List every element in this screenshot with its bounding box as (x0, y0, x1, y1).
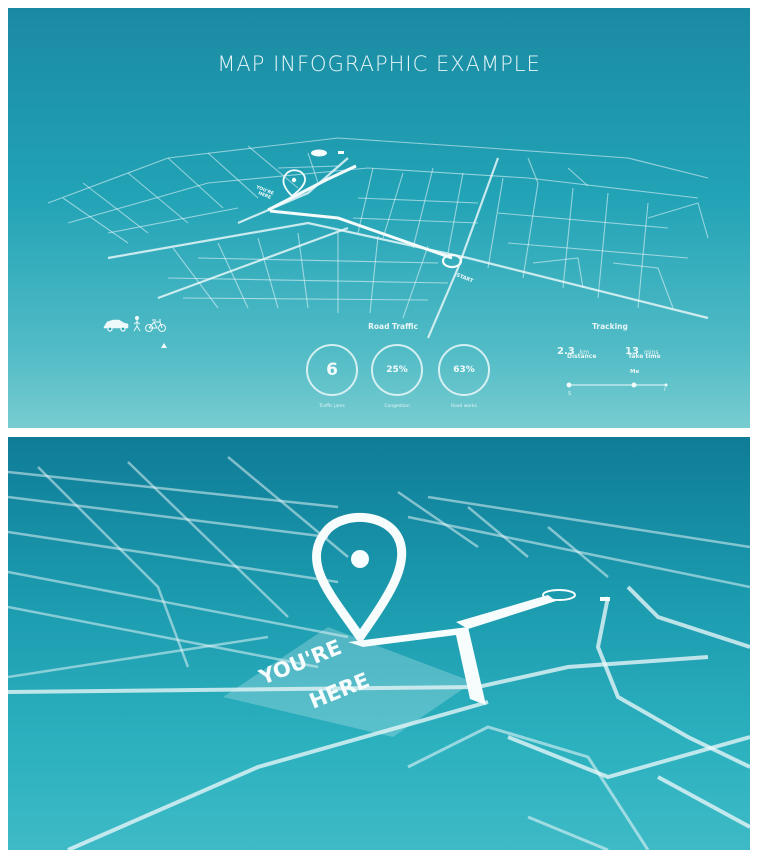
street-map-closeup: YOU'RE HERE (8, 456, 750, 850)
time-label: Take time (628, 353, 661, 360)
congestion-label: Congestion (384, 404, 410, 409)
congestion-value: 25% (386, 365, 408, 375)
road-works-label: Road works (451, 404, 477, 409)
car-icon[interactable] (103, 319, 129, 332)
start-marker-label: S (568, 391, 572, 397)
start-label: START (455, 272, 474, 284)
bicycle-icon[interactable] (145, 319, 166, 332)
selected-mode-indicator-icon (161, 343, 167, 348)
tracking-heading: Tracking (592, 322, 628, 331)
destination-flag (600, 597, 610, 601)
traffic-jams-gauge[interactable]: 6 (306, 344, 358, 396)
transport-modes (103, 315, 167, 348)
location-pin-dot (291, 177, 297, 183)
route-segment-upper (456, 595, 556, 629)
route-line-upper (267, 164, 357, 212)
map-infographic-panel: MAP INFOGRAPHIC EXAMPLE START YOU'RE HER… (8, 8, 750, 428)
tracking-progress (566, 382, 668, 388)
end-marker-label: F (664, 387, 667, 392)
location-pin-icon-large[interactable] (312, 513, 407, 642)
congestion-gauge[interactable]: 25% (371, 344, 423, 396)
progress-current-dot[interactable] (631, 382, 637, 388)
destination-tag (338, 151, 344, 154)
road-works-gauge[interactable]: 63% (438, 344, 490, 396)
location-pin-dot-large (351, 550, 369, 568)
traffic-jams-label: Traffic jams (319, 404, 345, 409)
destination-marker[interactable] (311, 149, 327, 157)
walk-icon[interactable] (133, 315, 141, 332)
me-label: Me (630, 369, 640, 375)
road-traffic-heading: Road Traffic (368, 322, 418, 331)
road-works-value: 63% (453, 365, 475, 375)
minor-streets (47, 137, 709, 319)
map-closeup-panel: YOU'RE HERE (8, 437, 750, 850)
distance-label: Distance (567, 353, 597, 360)
progress-start-dot (566, 382, 572, 388)
traffic-jams-value: 6 (326, 360, 338, 380)
destination-ring[interactable] (542, 589, 576, 601)
